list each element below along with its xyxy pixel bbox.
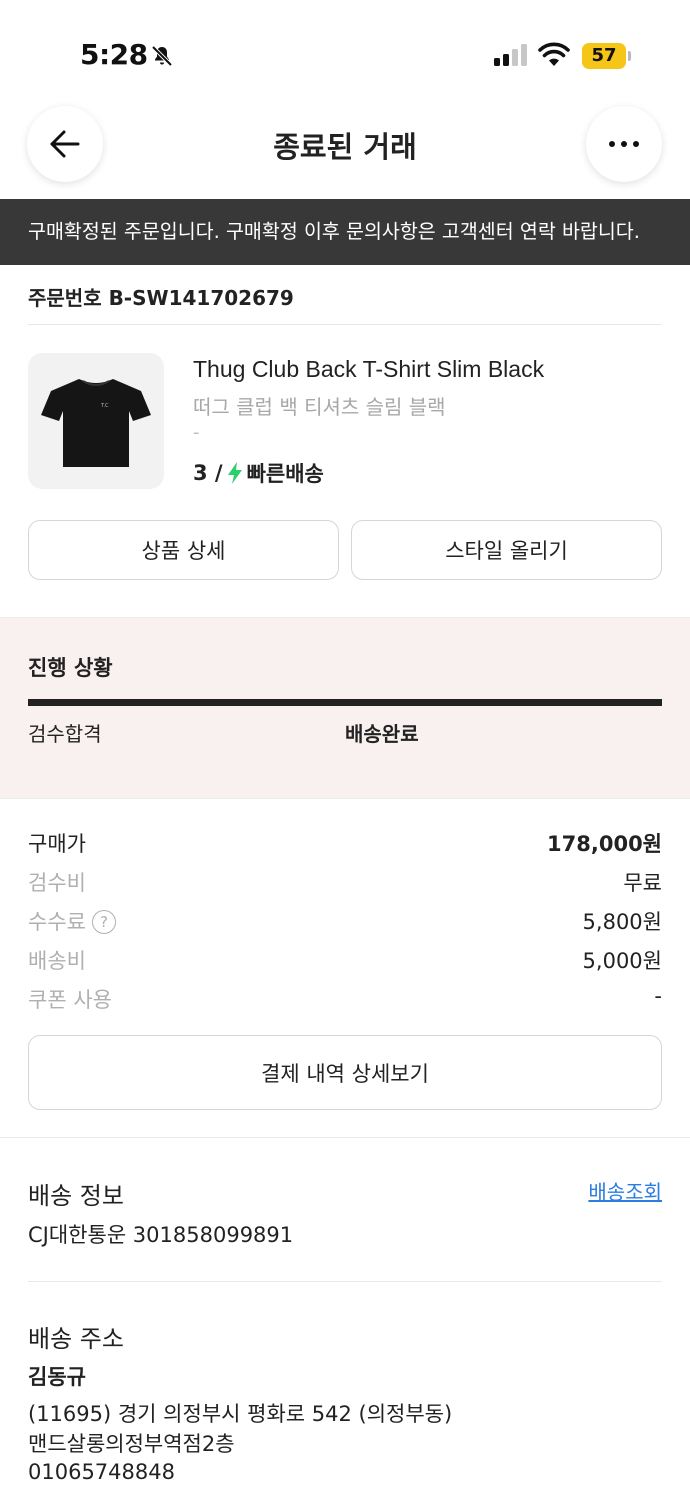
purchase-price-value: 178,000원 bbox=[547, 832, 662, 856]
progress-title: 진행 상황 bbox=[28, 656, 113, 680]
progress-bar bbox=[28, 699, 662, 706]
address-line1: (11695) 경기 의정부시 평화로 542 (의정부동) bbox=[28, 1402, 453, 1426]
inspection-fee-value: 무료 bbox=[623, 871, 662, 895]
fee-row-label: 수수료? bbox=[28, 906, 116, 936]
wifi-icon bbox=[538, 42, 570, 66]
tshirt-image: T.C bbox=[41, 379, 151, 467]
product-size-row: 3 / 빠른배송 bbox=[193, 458, 324, 488]
payment-detail-button[interactable]: 결제 내역 상세보기 bbox=[28, 1035, 662, 1110]
product-thumbnail[interactable]: T.C bbox=[28, 353, 164, 489]
cellular-signal-icon bbox=[494, 44, 527, 66]
confirmation-banner: 구매확정된 주문입니다. 구매확정 이후 문의사항은 고객센터 연락 바랍니다. bbox=[0, 199, 690, 265]
shipping-info-title: 배송 정보 bbox=[28, 1182, 124, 1210]
track-shipment-link[interactable]: 배송조회 bbox=[588, 1176, 662, 1205]
address-line2: 맨드살롱의정부역점2층 bbox=[28, 1432, 235, 1456]
recipient-name: 김동규 bbox=[28, 1365, 86, 1389]
ellipsis-icon bbox=[609, 141, 639, 147]
progress-step-delivered: 배송완료 bbox=[345, 722, 419, 746]
divider bbox=[28, 1281, 662, 1282]
product-size: 3 / bbox=[193, 461, 223, 485]
fast-delivery-badge: 빠른배송 bbox=[246, 462, 324, 486]
help-icon[interactable]: ? bbox=[91, 910, 116, 934]
shipping-address-title: 배송 주소 bbox=[28, 1325, 124, 1353]
divider bbox=[28, 324, 662, 325]
recipient-phone: 01065748848 bbox=[28, 1460, 175, 1484]
tracking-number: CJ대한통운 301858099891 bbox=[28, 1223, 294, 1247]
status-time: 5:28 bbox=[80, 38, 148, 71]
upload-style-button[interactable]: 스타일 올리기 bbox=[351, 520, 662, 580]
divider bbox=[0, 1137, 690, 1138]
progress-section bbox=[0, 617, 690, 799]
purchase-price-label: 구매가 bbox=[28, 832, 86, 856]
inspection-fee-label: 검수비 bbox=[28, 871, 86, 895]
svg-text:T.C: T.C bbox=[100, 403, 109, 409]
more-options-button[interactable] bbox=[586, 106, 662, 182]
progress-step-inspection: 검수합격 bbox=[28, 722, 102, 746]
product-detail-button[interactable]: 상품 상세 bbox=[28, 520, 339, 580]
lightning-icon bbox=[227, 462, 242, 484]
bell-muted-icon bbox=[151, 45, 173, 67]
product-name[interactable]: Thug Club Back T-Shirt Slim Black bbox=[193, 356, 544, 383]
fee-label: 수수료 bbox=[28, 910, 86, 934]
coupon-value: - bbox=[654, 984, 662, 1008]
battery-nub bbox=[628, 51, 631, 61]
battery-level: 57 bbox=[582, 43, 626, 69]
order-number: 주문번호 B-SW141702679 bbox=[28, 286, 294, 310]
fee-value: 5,800원 bbox=[582, 910, 662, 934]
coupon-label: 쿠폰 사용 bbox=[28, 988, 112, 1012]
shipping-fee-label: 배송비 bbox=[28, 949, 86, 973]
shipping-fee-value: 5,000원 bbox=[582, 949, 662, 973]
product-option: - bbox=[193, 422, 200, 443]
product-korean-name: 떠그 클럽 백 티셔츠 슬림 블랙 bbox=[193, 395, 446, 419]
